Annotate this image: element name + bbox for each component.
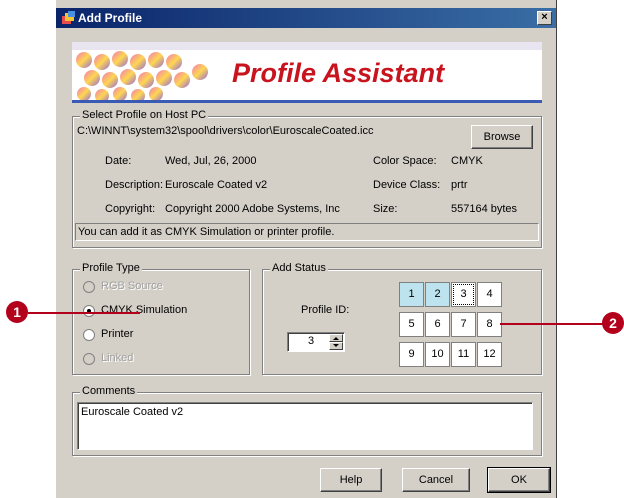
slot-11[interactable]: 11 <box>451 342 476 367</box>
window-title: Add Profile <box>78 11 143 25</box>
arrow-up-icon <box>333 337 339 340</box>
copyright-value: Copyright 2000 Adobe Systems, Inc <box>165 203 340 215</box>
spin-up-button[interactable] <box>329 334 343 342</box>
radio-linked-circle <box>83 353 95 365</box>
profile-id-label: Profile ID: <box>301 304 350 316</box>
slot-9[interactable]: 9 <box>399 342 424 367</box>
color-space-label: Color Space: <box>373 155 437 167</box>
help-button[interactable]: Help <box>320 468 382 492</box>
radio-rgb-source-label: RGB Source <box>101 280 163 292</box>
slot-12[interactable]: 12 <box>477 342 502 367</box>
radio-linked: Linked <box>83 352 243 368</box>
description-value: Euroscale Coated v2 <box>165 179 268 191</box>
hint-text: You can add it as CMYK Simulation or pri… <box>78 226 335 238</box>
profile-id-spinner[interactable]: 3 <box>287 332 345 352</box>
comments-textarea[interactable]: Euroscale Coated v2 <box>77 402 533 450</box>
slot-1[interactable]: 1 <box>399 282 424 307</box>
slot-5[interactable]: 5 <box>399 312 424 337</box>
radio-cmyk-simulation-circle[interactable] <box>83 305 95 317</box>
comments-legend: Comments <box>80 385 138 397</box>
close-button[interactable]: × <box>537 11 552 25</box>
profile-type-legend: Profile Type <box>80 262 142 274</box>
slot-7[interactable]: 7 <box>451 312 476 337</box>
callout-2-badge: 2 <box>602 312 624 334</box>
radio-rgb-source: RGB Source <box>83 280 243 296</box>
date-value: Wed, Jul, 26, 2000 <box>165 155 257 167</box>
radio-printer[interactable]: Printer <box>83 328 243 344</box>
arrow-down-icon <box>333 344 339 347</box>
banner-stripe <box>72 42 542 50</box>
profile-id-value[interactable]: 3 <box>308 335 314 347</box>
comments-group: Comments Euroscale Coated v2 <box>72 385 542 456</box>
profile-app-icon <box>61 10 77 26</box>
size-value: 557164 bytes <box>451 203 518 215</box>
banner-title: Profile Assistant <box>232 58 445 88</box>
description-label: Description: <box>105 179 164 191</box>
copyright-label: Copyright: <box>105 203 156 215</box>
color-swatches-graphic <box>72 50 222 100</box>
banner: Profile Assistant <box>72 42 542 103</box>
radio-printer-circle[interactable] <box>83 329 95 341</box>
callout-2-line <box>500 323 606 325</box>
comments-text[interactable]: Euroscale Coated v2 <box>81 406 183 418</box>
ok-button[interactable]: OK <box>487 467 551 493</box>
slot-8[interactable]: 8 <box>477 312 502 337</box>
slot-6[interactable]: 6 <box>425 312 450 337</box>
radio-cmyk-simulation-label[interactable]: CMYK Simulation <box>101 304 187 316</box>
select-profile-group: Select Profile on Host PC C:\WINNT\syste… <box>72 109 542 248</box>
title-bar[interactable]: Add Profile × <box>56 8 556 28</box>
radio-printer-label[interactable]: Printer <box>101 328 133 340</box>
select-profile-legend: Select Profile on Host PC <box>80 109 209 121</box>
hint-box: You can add it as CMYK Simulation or pri… <box>75 223 539 241</box>
slot-3[interactable]: 3 <box>451 282 476 307</box>
color-space-value: CMYK <box>451 155 483 167</box>
device-class-label: Device Class: <box>373 179 441 191</box>
slot-2[interactable]: 2 <box>425 282 450 307</box>
profile-type-group: Profile Type RGB Source CMYK Simulation … <box>72 262 250 375</box>
spin-down-button[interactable] <box>329 342 343 350</box>
date-label: Date: <box>105 155 132 167</box>
add-profile-dialog: Add Profile × Profile Assistant Select P… <box>55 0 557 498</box>
callout-1-line <box>28 312 140 314</box>
size-label: Size: <box>373 203 398 215</box>
slot-10[interactable]: 10 <box>425 342 450 367</box>
radio-linked-label: Linked <box>101 352 134 364</box>
add-status-group: Add Status Profile ID: 3 1 2 3 4 5 6 7 8… <box>262 262 542 375</box>
slot-4[interactable]: 4 <box>477 282 502 307</box>
browse-button[interactable]: Browse <box>471 125 533 149</box>
device-class-value: prtr <box>451 179 468 191</box>
radio-rgb-source-circle <box>83 281 95 293</box>
profile-path: C:\WINNT\system32\spool\drivers\color\Eu… <box>77 125 374 137</box>
add-status-legend: Add Status <box>270 262 328 274</box>
callout-1-badge: 1 <box>6 301 28 323</box>
cancel-button[interactable]: Cancel <box>402 468 470 492</box>
